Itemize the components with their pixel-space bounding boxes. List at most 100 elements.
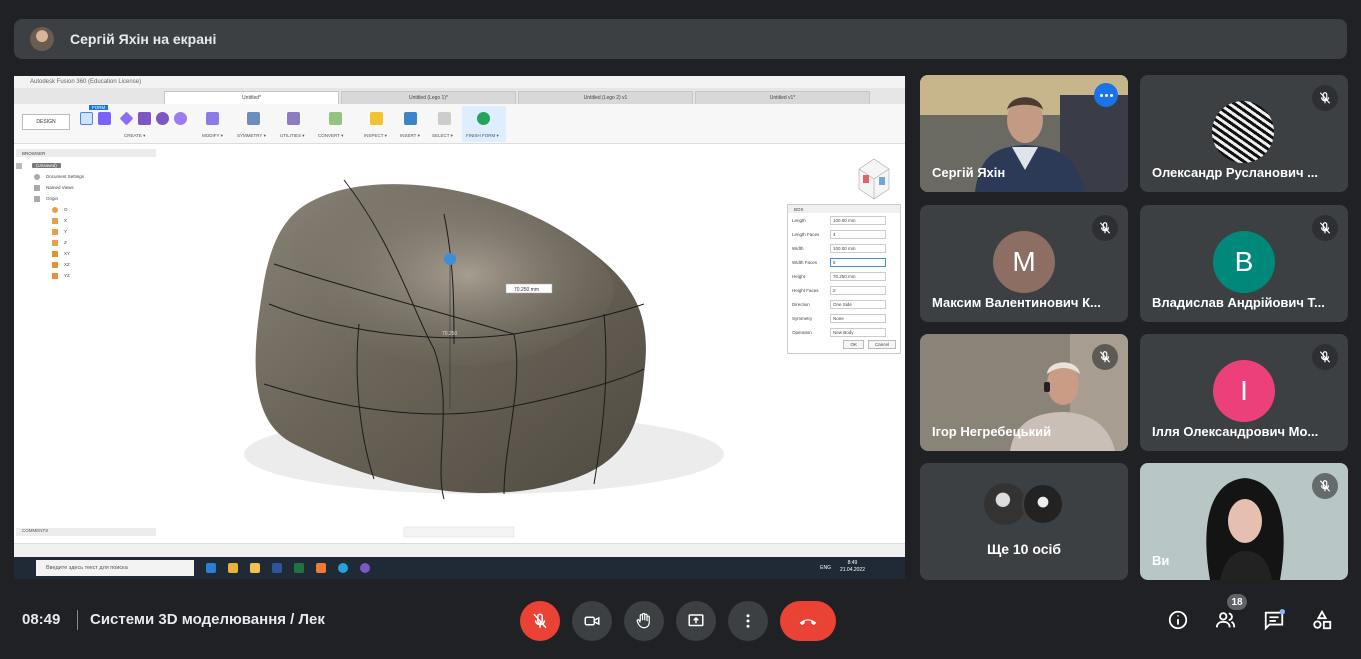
utilities-icon[interactable] <box>287 112 300 125</box>
browser-item[interactable]: Origin <box>16 193 156 204</box>
mic-toggle-button[interactable] <box>520 601 560 641</box>
finish-form-menu[interactable]: FINISH FORM ▾ <box>466 133 499 139</box>
symmetry-select[interactable]: None <box>830 313 886 323</box>
axis-icon <box>52 239 58 246</box>
browser-item[interactable]: Z <box>16 237 156 248</box>
finish-form-icon[interactable] <box>477 112 490 125</box>
self-tile[interactable]: Ви <box>1140 463 1348 580</box>
doc-tab[interactable]: Untitled (Lego 1)* <box>341 91 516 104</box>
shared-screen: Autodesk Fusion 360 (Education License) … <box>14 76 905 579</box>
axis-icon <box>52 217 58 224</box>
timeline-bar[interactable] <box>14 543 905 557</box>
browser-item[interactable]: O <box>16 204 156 215</box>
raise-hand-button[interactable] <box>624 601 664 641</box>
doc-tab[interactable]: Untitled v1* <box>695 91 870 104</box>
people-button[interactable] <box>1214 608 1238 632</box>
participant-tile[interactable]: B Владислав Андрійович Т... <box>1140 205 1348 322</box>
more-options-button[interactable] <box>728 601 768 641</box>
chrome-icon[interactable] <box>228 563 238 573</box>
view-cube-icon <box>858 158 890 200</box>
browser-item[interactable]: Document Settings <box>16 171 156 182</box>
select-menu[interactable]: SELECT ▾ <box>432 133 453 139</box>
manipulator-arrow-icon <box>444 253 456 265</box>
divider <box>77 610 78 630</box>
symmetry-menu[interactable]: SYMMETRY ▾ <box>237 133 266 139</box>
chat-button[interactable] <box>1262 608 1286 632</box>
length-faces-field[interactable]: 4 <box>830 229 886 239</box>
browser-item[interactable]: YZ <box>16 270 156 281</box>
inspect-icon[interactable] <box>370 112 383 125</box>
browser-item[interactable]: Y <box>16 226 156 237</box>
symmetry-icon[interactable] <box>247 112 260 125</box>
comments-panel[interactable]: COMMENTS <box>16 528 156 536</box>
browser-item[interactable]: Named Views <box>16 182 156 193</box>
field-label: Operation <box>792 329 812 335</box>
dialog-row: Width Faces 5 <box>788 255 900 269</box>
cancel-button[interactable]: Cancel <box>867 340 896 349</box>
create-menu[interactable]: CREATE ▾ <box>124 133 145 139</box>
participant-tile[interactable]: Олександр Русланович ... <box>1140 75 1348 192</box>
convert-icon[interactable] <box>329 112 342 125</box>
modify-menu[interactable]: MODIFY ▾ <box>202 133 223 139</box>
box-icon[interactable] <box>98 112 111 125</box>
utilities-menu[interactable]: UTILITIES ▾ <box>280 133 305 139</box>
height-field[interactable]: 70.250 mm <box>830 271 886 281</box>
form-tab[interactable]: FORM <box>89 105 109 110</box>
taskbar-clock[interactable]: 8:49 21.04.2022 <box>840 560 865 574</box>
doc-tab[interactable]: Untitled* <box>164 91 339 104</box>
plane-icon <box>52 250 58 257</box>
explorer-icon[interactable] <box>250 563 260 573</box>
camera-toggle-button[interactable] <box>572 601 612 641</box>
leave-call-button[interactable] <box>780 601 836 641</box>
more-participants-tile[interactable]: Ще 10 осіб <box>920 463 1128 580</box>
convert-menu[interactable]: CONVERT ▾ <box>318 133 343 139</box>
participant-tile[interactable]: Ігор Негребецький <box>920 334 1128 451</box>
length-field[interactable]: 100.00 mm <box>830 215 886 225</box>
dimension-input: 70.250 mm <box>514 287 539 293</box>
participant-name: Сергій Яхін <box>932 165 1006 180</box>
inspect-menu[interactable]: INSPECT ▾ <box>364 133 387 139</box>
browser-item[interactable]: XZ <box>16 259 156 270</box>
insert-menu[interactable]: INSERT ▾ <box>400 133 420 139</box>
activities-button[interactable] <box>1310 608 1334 632</box>
sketch-icon[interactable] <box>80 112 93 125</box>
participant-tile[interactable]: M Максим Валентинович К... <box>920 205 1128 322</box>
viber-icon[interactable] <box>360 563 370 573</box>
chat-icon <box>1264 609 1285 631</box>
operation-select[interactable]: New Body <box>830 327 886 337</box>
navigation-bar <box>403 526 515 538</box>
more-options-icon[interactable] <box>1094 83 1118 107</box>
sphere-icon[interactable] <box>156 112 169 125</box>
insert-icon[interactable] <box>404 112 417 125</box>
direction-select[interactable]: One Side <box>830 299 886 309</box>
word-icon[interactable] <box>272 563 282 573</box>
doc-tab[interactable]: Untitled (Lego 2) v1 <box>518 91 693 104</box>
dialog-buttons: OK Cancel <box>843 340 896 349</box>
edge-icon[interactable] <box>206 563 216 573</box>
torus-icon[interactable] <box>174 112 187 125</box>
telegram-icon[interactable] <box>338 563 348 573</box>
workspace-switcher[interactable]: DESIGN <box>22 114 70 130</box>
fusion-icon[interactable] <box>316 563 326 573</box>
select-icon[interactable] <box>438 112 451 125</box>
width-faces-field[interactable]: 5 <box>830 257 886 267</box>
meeting-details-button[interactable] <box>1166 608 1190 632</box>
participant-tile[interactable]: Сергій Яхін <box>920 75 1128 192</box>
browser-item[interactable]: X <box>16 215 156 226</box>
taskbar-date: 21.04.2022 <box>839 567 865 573</box>
cylinder-icon[interactable] <box>138 112 151 125</box>
width-field[interactable]: 100.00 mm <box>830 243 886 253</box>
ok-button[interactable]: OK <box>843 340 864 349</box>
plane-icon[interactable] <box>119 111 134 126</box>
present-screen-button[interactable] <box>676 601 716 641</box>
height-faces-field[interactable]: 2 <box>830 285 886 295</box>
modify-icon[interactable] <box>206 112 219 125</box>
browser-root[interactable]: (Unsaved) <box>16 160 156 171</box>
participant-tile[interactable]: I Ілля Олександрович Мо... <box>1140 334 1348 451</box>
excel-icon[interactable] <box>294 563 304 573</box>
keyboard-lang[interactable]: ENG <box>820 565 831 571</box>
origin-point-icon <box>52 206 58 213</box>
taskbar-time: 8:49 <box>847 560 858 566</box>
browser-item[interactable]: XY <box>16 248 156 259</box>
taskbar-search[interactable]: Введите здесь текст для поиска <box>36 560 194 576</box>
